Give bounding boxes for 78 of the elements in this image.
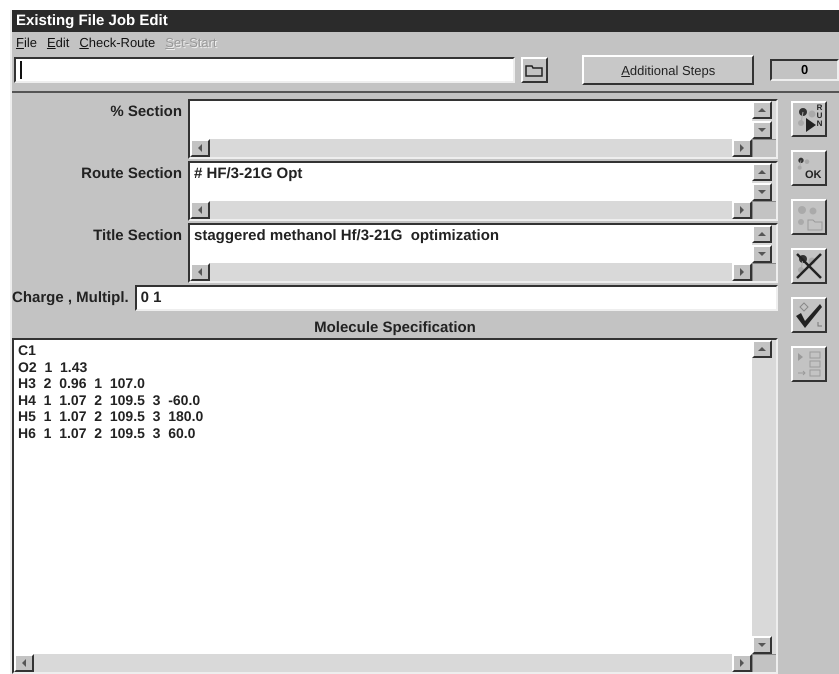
scroll-up-button[interactable] bbox=[752, 163, 772, 181]
ok-tool-button[interactable]: OK bbox=[790, 150, 826, 186]
vertical-scrollbar[interactable] bbox=[752, 340, 776, 654]
cross-icon bbox=[794, 251, 824, 281]
scroll-right-button[interactable] bbox=[732, 263, 752, 281]
section-text-area[interactable]: staggered methanol Hf/3-21G optimization bbox=[188, 223, 778, 283]
scroll-left-button[interactable] bbox=[190, 139, 210, 157]
triangle-left-icon bbox=[197, 205, 203, 215]
horizontal-scrollbar[interactable] bbox=[14, 654, 752, 672]
triangle-down-icon bbox=[757, 251, 767, 257]
section-label: Title Section bbox=[92, 226, 183, 244]
scroll-down-button[interactable] bbox=[752, 245, 772, 263]
menu-item[interactable]: Edit bbox=[46, 35, 70, 50]
molecule-line: H6 1 1.07 2 109.5 3 60.0 bbox=[18, 424, 196, 441]
scroll-up-button[interactable] bbox=[752, 225, 772, 243]
numbered-list-icon bbox=[796, 350, 822, 378]
triangle-up-icon bbox=[757, 231, 767, 237]
molecule-line: C1 bbox=[18, 342, 37, 358]
triangle-left-icon bbox=[197, 267, 203, 277]
scrollbar-corner bbox=[752, 263, 776, 281]
scroll-down-button[interactable] bbox=[752, 636, 772, 654]
section-label: % Section bbox=[109, 102, 183, 120]
menu-item[interactable]: Check-Route bbox=[79, 35, 156, 50]
triangle-down-icon bbox=[757, 127, 767, 133]
molecule-text-area[interactable]: C1 O2 1 1.43 H3 2 0.96 1 107.0 H4 1 1.07 2 109.5 3 -60.0 H5 1 1.07 2 109.5 3 180.0 H6 1 1.07 2 109.5 3 60.0 bbox=[12, 338, 778, 674]
menu-item[interactable]: File bbox=[16, 35, 37, 50]
folder-icon bbox=[525, 63, 544, 77]
triangle-down-icon bbox=[757, 642, 767, 648]
section-text-area[interactable] bbox=[188, 99, 778, 159]
molecule-line: H3 2 0.96 1 107.0 bbox=[18, 375, 146, 392]
scroll-down-button[interactable] bbox=[752, 183, 772, 201]
triangle-down-icon bbox=[757, 189, 767, 195]
charge-label: Charge , Multipl. bbox=[12, 288, 130, 306]
scroll-up-button[interactable] bbox=[752, 101, 772, 119]
scrollbar-corner bbox=[752, 139, 776, 157]
molecule-line: H5 1 1.07 2 109.5 3 180.0 bbox=[18, 408, 204, 424]
scroll-left-button[interactable] bbox=[190, 263, 210, 281]
triangle-left-icon bbox=[197, 143, 203, 153]
run-tool-button[interactable]: RUN bbox=[790, 101, 826, 137]
ok-label: OK bbox=[805, 169, 822, 181]
cancel-tool-button[interactable] bbox=[790, 248, 826, 284]
scrollbar-corner bbox=[752, 201, 776, 219]
scroll-left-button[interactable] bbox=[14, 654, 34, 672]
molecule-line: H4 1 1.07 2 109.5 3 -60.0 bbox=[18, 392, 202, 408]
molecule-heading: Molecule Specification bbox=[313, 319, 477, 336]
window-title: Existing File Job Edit bbox=[12, 10, 839, 32]
scroll-right-button[interactable] bbox=[732, 654, 752, 672]
triangle-right-icon bbox=[739, 143, 745, 153]
scrollbar-corner bbox=[752, 654, 776, 672]
run-label: RUN bbox=[816, 104, 822, 128]
browse-folder-button[interactable] bbox=[520, 57, 548, 83]
triangle-right-icon bbox=[739, 267, 745, 277]
checkmark-icon bbox=[794, 300, 824, 330]
check-tool-button[interactable] bbox=[790, 297, 826, 333]
scroll-left-button[interactable] bbox=[190, 201, 210, 219]
additional-steps-button[interactable]: Additional Steps bbox=[582, 55, 754, 85]
scroll-right-button[interactable] bbox=[732, 201, 752, 219]
triangle-up-icon bbox=[757, 346, 767, 352]
steps-count-field: 0 bbox=[770, 59, 839, 81]
triangle-up-icon bbox=[757, 169, 767, 175]
charge-field[interactable]: 0 1 bbox=[134, 285, 778, 311]
section-label: Route Section bbox=[80, 164, 183, 182]
vertical-scrollbar[interactable] bbox=[752, 225, 776, 263]
horizontal-scrollbar[interactable] bbox=[190, 201, 752, 219]
scroll-right-button[interactable] bbox=[732, 139, 752, 157]
scroll-up-button[interactable] bbox=[752, 340, 772, 358]
vertical-scrollbar[interactable] bbox=[752, 101, 776, 139]
horizontal-scrollbar[interactable] bbox=[190, 139, 752, 157]
triangle-up-icon bbox=[757, 107, 767, 113]
vertical-scrollbar[interactable] bbox=[752, 163, 776, 201]
triangle-right-icon bbox=[739, 658, 745, 668]
triangle-right-icon bbox=[739, 205, 745, 215]
triangle-left-icon bbox=[21, 658, 27, 668]
molecule-line: O2 1 1.43 bbox=[18, 358, 88, 375]
section-text-area[interactable]: # HF/3-21G Opt bbox=[188, 161, 778, 221]
file-path-field[interactable] bbox=[14, 57, 515, 83]
scroll-down-button[interactable] bbox=[752, 121, 772, 139]
horizontal-scrollbar[interactable] bbox=[190, 263, 752, 281]
